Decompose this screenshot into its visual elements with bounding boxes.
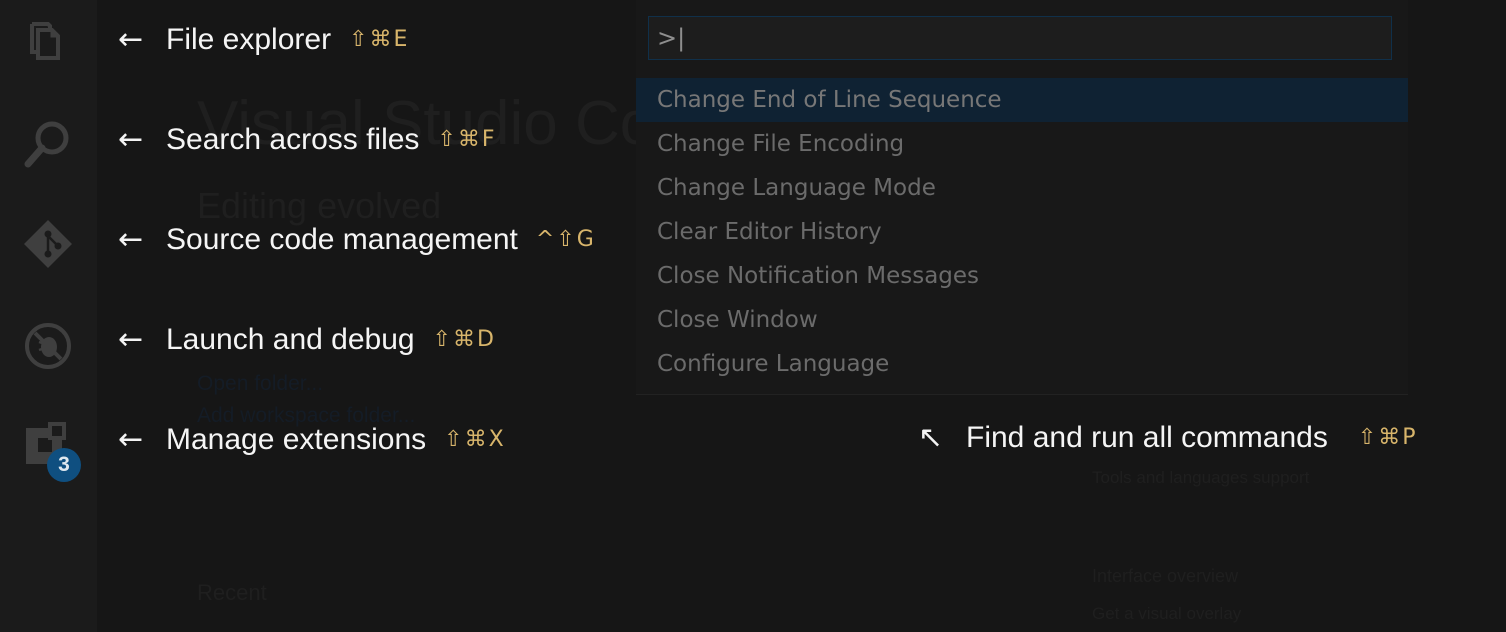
callout-label: Manage extensions	[166, 422, 427, 456]
vscode-window: Visual Studio Code Editing evolved Open …	[0, 0, 1506, 632]
debug-icon[interactable]	[22, 320, 74, 372]
command-item[interactable]: Close Window	[636, 298, 1408, 342]
callout-label: Source code management	[166, 222, 518, 256]
up-left-arrow-icon: ↖	[918, 420, 944, 455]
ghost-text: Interface overview	[1092, 566, 1239, 586]
command-palette: >| Change End of Line Sequence Change Fi…	[636, 0, 1408, 395]
command-list: Change End of Line Sequence Change File …	[636, 78, 1408, 386]
shortcut-label: ⇧⌘D	[432, 327, 496, 352]
command-palette-input[interactable]: >|	[648, 16, 1392, 60]
callout-file-explorer: ← File explorer ⇧⌘E	[118, 22, 409, 57]
extensions-badge: 3	[47, 448, 81, 482]
callout-extensions: ← Manage extensions ⇧⌘X	[118, 422, 506, 457]
ghost-recent: Recent	[197, 580, 267, 605]
ghost-text: Get a visual overlay	[1092, 604, 1242, 623]
shortcut-label: ⇧⌘P	[1357, 425, 1418, 450]
shortcut-label: ⇧⌘X	[444, 427, 506, 452]
callout-debug: ← Launch and debug ⇧⌘D	[118, 322, 496, 357]
callout-label: Find and run all commands	[966, 420, 1328, 454]
command-item[interactable]: Change End of Line Sequence	[636, 78, 1408, 122]
command-item[interactable]: Change Language Mode	[636, 166, 1408, 210]
shortcut-label: ⇧⌘E	[349, 27, 410, 52]
search-icon[interactable]	[22, 118, 74, 170]
ghost-welcome-subtitle: Editing evolved	[197, 185, 442, 226]
command-item[interactable]: Change File Encoding	[636, 122, 1408, 166]
ghost-link: Open folder...	[197, 372, 324, 395]
ghost-text: Tools and languages support	[1092, 468, 1310, 487]
callout-source-control: ← Source code management ^⇧G	[118, 222, 596, 257]
callout-label: File explorer	[166, 22, 332, 56]
files-icon[interactable]	[22, 18, 74, 70]
git-icon[interactable]	[22, 218, 74, 270]
callout-search: ← Search across files ⇧⌘F	[118, 122, 497, 157]
command-item[interactable]: Close Notification Messages	[636, 254, 1408, 298]
left-arrow-icon: ←	[118, 222, 144, 257]
activity-bar: 3	[0, 0, 97, 632]
shortcut-label: ^⇧G	[535, 227, 596, 252]
shortcut-label: ⇧⌘F	[437, 127, 497, 152]
left-arrow-icon: ←	[118, 122, 144, 157]
command-item[interactable]: Configure Language	[636, 342, 1408, 386]
left-arrow-icon: ←	[118, 22, 144, 57]
callout-label: Search across files	[166, 122, 420, 156]
callout-command-palette: ↖ Find and run all commands ⇧⌘P	[918, 420, 1418, 455]
left-arrow-icon: ←	[118, 422, 144, 457]
callout-label: Launch and debug	[166, 322, 415, 356]
left-arrow-icon: ←	[118, 322, 144, 357]
command-item[interactable]: Clear Editor History	[636, 210, 1408, 254]
